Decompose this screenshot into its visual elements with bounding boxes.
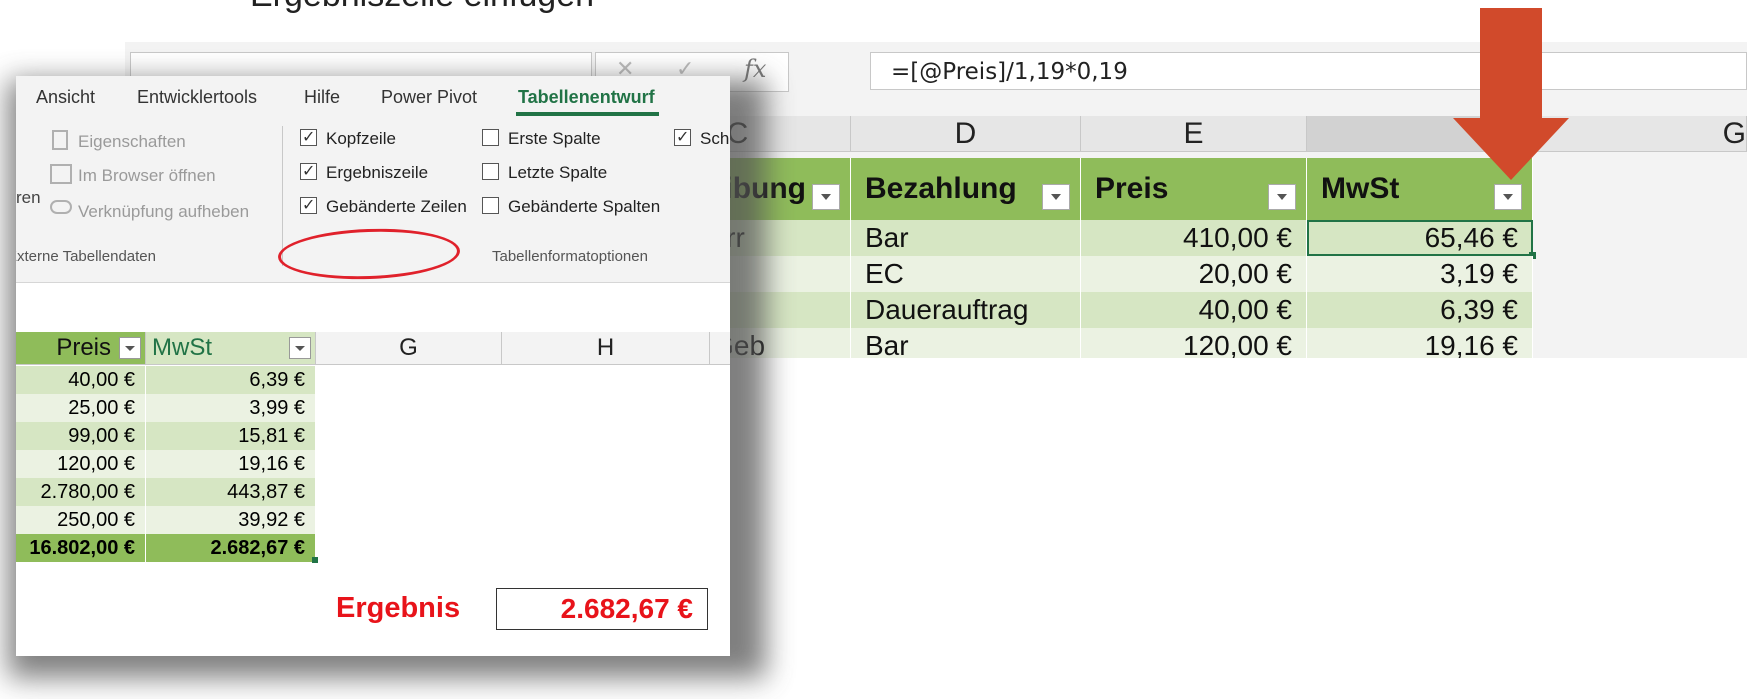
table-cell[interactable]: 40,00 € [1081,292,1307,328]
insert-function-icon[interactable]: fx [744,55,766,83]
column-header-g-small[interactable]: G [316,332,502,364]
table-cell[interactable]: Bar [851,220,1081,256]
table-cell[interactable]: 410,00 € [1081,220,1307,256]
column-header-d[interactable]: D [851,116,1081,152]
table-cell[interactable]: 39,92 € [146,506,316,534]
filter-dropdown-icon[interactable] [1042,184,1070,210]
group-label-external-data: Externe Tabellendaten [16,248,156,265]
total-row-cell[interactable]: 16.802,00 € [16,534,146,562]
unlink-icon [50,200,72,214]
tab-power-pivot[interactable]: Power Pivot [381,87,477,108]
ribbon-item-fragment: ren [16,188,41,207]
checkbox-gebaenderte-spalten[interactable] [482,197,499,214]
table-header-preis[interactable]: Preis [1081,158,1307,220]
properties-button[interactable]: Eigenschaften [78,132,186,152]
table-header-mwst-small[interactable]: MwSt [146,332,316,364]
filter-dropdown-icon[interactable] [119,337,141,359]
table-cell[interactable]: 6,39 € [1307,292,1533,328]
table-cell[interactable]: 19,16 € [146,450,316,478]
open-in-browser-button[interactable]: Im Browser öffnen [78,166,216,186]
table-cell[interactable]: 19,16 € [1307,328,1533,358]
label-filter-button: Schaltfläche Filter [700,129,730,148]
ribbon-separator [282,126,283,266]
tab-entwicklertools[interactable]: Entwicklertools [137,87,257,108]
table-cell[interactable]: 120,00 € [16,450,146,478]
ribbon-tab-bar: Ansicht Entwicklertools Hilfe Power Pivo… [16,76,730,116]
table-cell[interactable]: 3,99 € [146,394,316,422]
table-cell[interactable]: 250,00 € [16,506,146,534]
down-arrow-head-icon [1453,118,1569,180]
tab-tabellenentwurf[interactable]: Tabellenentwurf [518,87,655,108]
table-cell[interactable]: 443,87 € [146,478,316,506]
table-cell[interactable]: 3,19 € [1307,256,1533,292]
filter-dropdown-icon[interactable] [289,337,311,359]
slide-title-fragment: Ergebniszeile einfügen [250,0,850,14]
table-header-preis-small[interactable]: Preis [16,332,146,364]
table-cell[interactable]: Dauerauftrag [851,292,1081,328]
table-cell[interactable]: 25,00 € [16,394,146,422]
properties-icon [52,130,68,150]
down-arrow-icon [1480,8,1542,118]
table-cell[interactable]: 40,00 € [16,366,146,394]
small-table-header-row: Preis MwSt G H [16,332,730,365]
column-header-e[interactable]: E [1081,116,1307,152]
column-header-h-small[interactable]: H [502,332,710,364]
formula-input[interactable]: =[@Preis]/1,19*0,19 [870,52,1747,90]
checkbox-letzte-spalte[interactable] [482,163,499,180]
result-label: Ergebnis [336,592,461,624]
checkbox-kopfzeile[interactable] [300,127,317,146]
total-row-cell-mwst[interactable]: 2.682,67 € [146,534,316,562]
checkbox-erste-spalte[interactable] [482,129,499,146]
table-cell[interactable]: 20,00 € [1081,256,1307,292]
label-gebaenderte-spalten: Gebänderte Spalten [508,197,661,216]
label-erste-spalte: Erste Spalte [508,129,601,148]
filter-dropdown-icon[interactable] [812,184,840,210]
selected-cell[interactable]: 65,46 € [1307,220,1533,256]
table-cell[interactable]: 6,39 € [146,366,316,394]
unlink-button[interactable]: Verknüpfung aufheben [78,202,249,222]
label-ergebniszeile: Ergebniszeile [326,163,429,182]
browser-icon [50,164,72,184]
formula-bar-small[interactable] [16,282,730,334]
table-cell[interactable]: 99,00 € [16,422,146,450]
tab-hilfe[interactable]: Hilfe [304,87,340,108]
table-cell[interactable]: EC [851,256,1081,292]
table-cell[interactable]: 2.780,00 € [16,478,146,506]
label-letzte-spalte: Letzte Spalte [508,163,608,182]
checkbox-ergebniszeile[interactable] [300,161,317,180]
label-kopfzeile: Kopfzeile [326,129,396,148]
foreground-excel-window: Ansicht Entwicklertools Hilfe Power Pivo… [16,76,730,656]
group-label-style-options: Tabellenformatoptionen [492,248,648,265]
checkbox-gebaenderte-zeilen[interactable] [300,195,317,214]
result-value-box[interactable]: 2.682,67 € [496,588,708,630]
label-gebaenderte-zeilen: Gebänderte Zeilen [326,197,467,216]
table-cell[interactable]: Bar [851,328,1081,358]
checkbox-filter-button[interactable] [674,127,691,146]
table-cell[interactable]: 120,00 € [1081,328,1307,358]
filter-dropdown-icon[interactable] [1268,184,1296,210]
filter-dropdown-icon[interactable] [1494,184,1522,210]
tab-ansicht[interactable]: Ansicht [36,87,95,108]
table-header-bezahlung[interactable]: Bezahlung [851,158,1081,220]
fill-handle[interactable] [312,557,318,563]
table-cell[interactable]: 15,81 € [146,422,316,450]
